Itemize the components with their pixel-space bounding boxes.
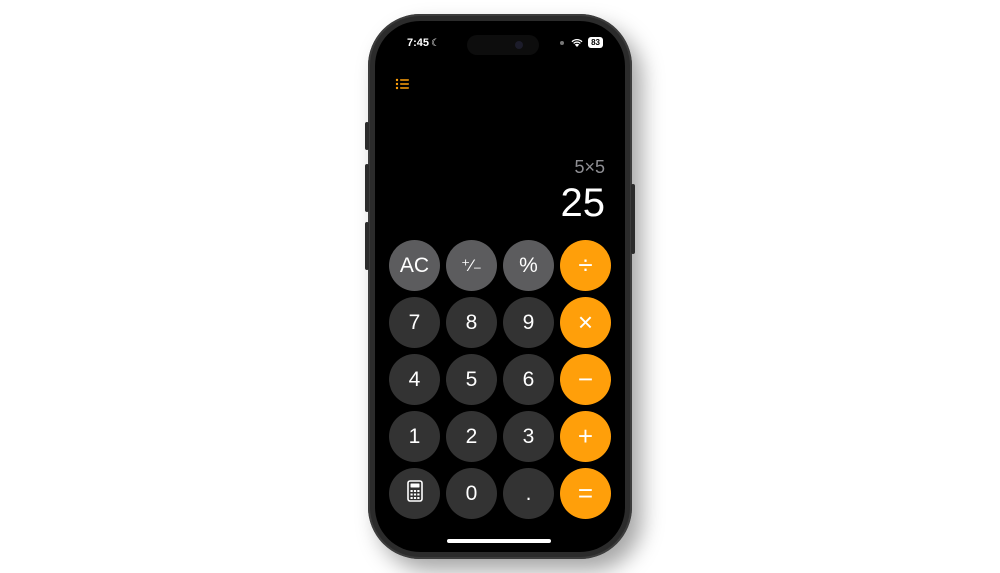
keypad: AC ⁺⁄₋ % ÷ 7 8 9 × 4 5 6 − 1 2 3 + 0 . = bbox=[389, 240, 611, 519]
result-display: 25 bbox=[560, 181, 606, 225]
calculator-icon bbox=[406, 479, 423, 508]
digit-2-button[interactable]: 2 bbox=[446, 411, 497, 462]
power-button bbox=[631, 184, 635, 254]
signal-icon bbox=[560, 40, 565, 45]
volume-up-button bbox=[365, 164, 369, 212]
minus-button[interactable]: − bbox=[560, 354, 611, 405]
moon-icon: ☾ bbox=[431, 38, 440, 49]
digit-6-button[interactable]: 6 bbox=[503, 354, 554, 405]
status-time: 7:45 ☾ bbox=[407, 37, 440, 49]
list-icon[interactable] bbox=[395, 77, 411, 91]
phone-frame: 7:45 ☾ 83 5×5 25 AC ⁺⁄₋ % ÷ 7 8 9 × 4 5 … bbox=[365, 14, 635, 559]
home-indicator[interactable] bbox=[447, 539, 551, 543]
plus-minus-button[interactable]: ⁺⁄₋ bbox=[446, 240, 497, 291]
digit-3-button[interactable]: 3 bbox=[503, 411, 554, 462]
action-button bbox=[365, 122, 369, 150]
digit-0-button[interactable]: 0 bbox=[446, 468, 497, 519]
digit-8-button[interactable]: 8 bbox=[446, 297, 497, 348]
screen: 7:45 ☾ 83 5×5 25 AC ⁺⁄₋ % ÷ 7 8 9 × 4 5 … bbox=[375, 21, 625, 552]
percent-button[interactable]: % bbox=[503, 240, 554, 291]
calculator-mode-button[interactable] bbox=[389, 468, 440, 519]
volume-down-button bbox=[365, 222, 369, 270]
clear-button[interactable]: AC bbox=[389, 240, 440, 291]
digit-4-button[interactable]: 4 bbox=[389, 354, 440, 405]
digit-1-button[interactable]: 1 bbox=[389, 411, 440, 462]
dynamic-island bbox=[467, 35, 539, 55]
plus-button[interactable]: + bbox=[560, 411, 611, 462]
digit-7-button[interactable]: 7 bbox=[389, 297, 440, 348]
decimal-button[interactable]: . bbox=[503, 468, 554, 519]
digit-5-button[interactable]: 5 bbox=[446, 354, 497, 405]
status-indicators: 83 bbox=[560, 37, 603, 48]
divide-button[interactable]: ÷ bbox=[560, 240, 611, 291]
battery-indicator: 83 bbox=[588, 37, 603, 48]
equals-button[interactable]: = bbox=[560, 468, 611, 519]
digit-9-button[interactable]: 9 bbox=[503, 297, 554, 348]
camera-icon bbox=[515, 41, 523, 49]
multiply-button[interactable]: × bbox=[560, 297, 611, 348]
expression-display: 5×5 bbox=[574, 157, 605, 177]
wifi-icon bbox=[571, 38, 583, 47]
